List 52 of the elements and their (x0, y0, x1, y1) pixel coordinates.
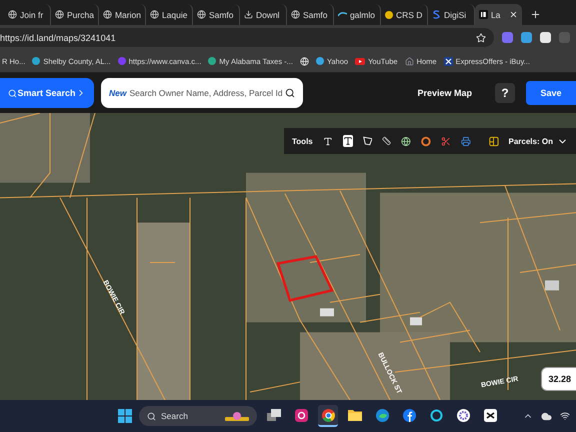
new-label: New (109, 88, 126, 98)
s-letter-icon (432, 10, 441, 19)
polygon-icon[interactable] (362, 135, 372, 147)
wave-logo-icon (376, 408, 388, 422)
preview-map-button[interactable]: Preview Map (411, 87, 478, 99)
windows-logo-icon[interactable] (118, 409, 132, 423)
f-logo-icon (402, 408, 416, 422)
home-icon (404, 56, 414, 66)
printer-icon[interactable] (460, 134, 471, 148)
address-bar[interactable]: https://id.land/maps/3241041 (0, 28, 494, 47)
taskbar-app[interactable] (318, 405, 338, 427)
folder-icon (348, 409, 362, 421)
parcels-dropdown[interactable]: Parcels: On (508, 136, 568, 146)
site-icon (478, 10, 488, 19)
scissors-icon[interactable] (441, 134, 451, 148)
ruler-icon[interactable] (382, 135, 392, 147)
search-icon (8, 88, 17, 98)
search-bar[interactable]: New Search Owner Name, Address, Parcel Id (101, 78, 303, 108)
browser-tab[interactable]: La (474, 4, 522, 25)
c-logo-icon (118, 57, 126, 65)
x-logo-icon (444, 56, 453, 66)
taskbar-search-field[interactable]: Search (139, 406, 257, 426)
text-box-icon[interactable] (342, 135, 353, 147)
cut-logo-icon (484, 408, 496, 422)
tools-label: Tools (292, 136, 313, 146)
search-icon[interactable] (285, 88, 295, 98)
leaf-icon (208, 57, 216, 65)
sun-icon (456, 408, 470, 422)
wifi-icon[interactable] (560, 411, 570, 421)
coin-icon (384, 10, 393, 18)
search-field[interactable]: Search Owner Name, Address, Parcel Id (129, 88, 282, 98)
windows-stack-icon (267, 409, 281, 421)
smart-search-button[interactable]: Smart Search (0, 78, 94, 108)
ring-icon (430, 408, 442, 422)
close-icon[interactable] (508, 10, 518, 19)
save-button[interactable]: Save (526, 81, 576, 105)
download-icon (244, 10, 253, 19)
star-icon[interactable] (476, 32, 486, 42)
parcels-icon[interactable] (488, 134, 498, 148)
ring-icon[interactable] (421, 134, 432, 148)
new-tab-icon[interactable] (530, 9, 541, 20)
play-icon (355, 58, 366, 64)
extension-icon[interactable] (521, 32, 532, 43)
distance-label: 32.28 (541, 367, 576, 391)
help-button[interactable]: ? (495, 83, 515, 103)
camera-icon (294, 408, 308, 422)
search-icon (147, 412, 156, 420)
browser-icon (322, 408, 334, 422)
cloud-icon[interactable] (541, 410, 552, 422)
shield-icon (32, 57, 40, 65)
wave-icon (338, 10, 347, 19)
extension-icon[interactable] (540, 32, 551, 43)
